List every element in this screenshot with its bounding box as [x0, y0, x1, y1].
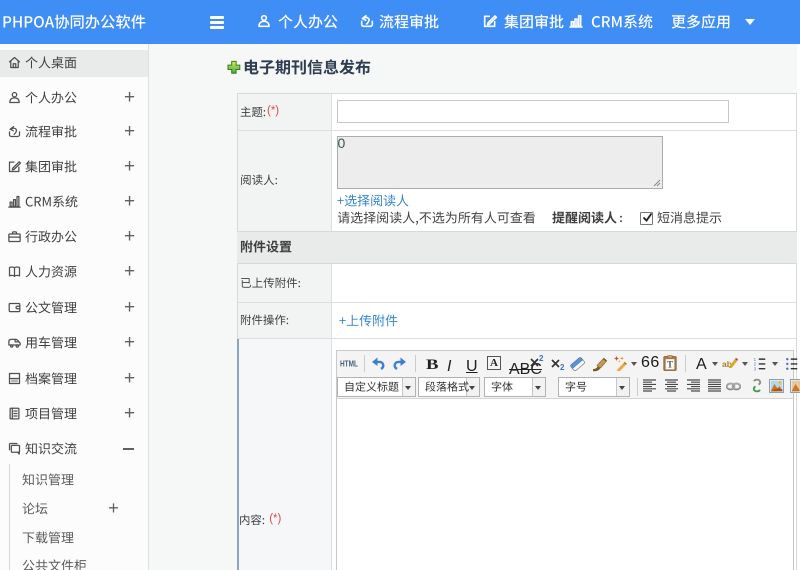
svg-text:T: T [667, 360, 673, 370]
svg-text:3: 3 [754, 366, 757, 371]
